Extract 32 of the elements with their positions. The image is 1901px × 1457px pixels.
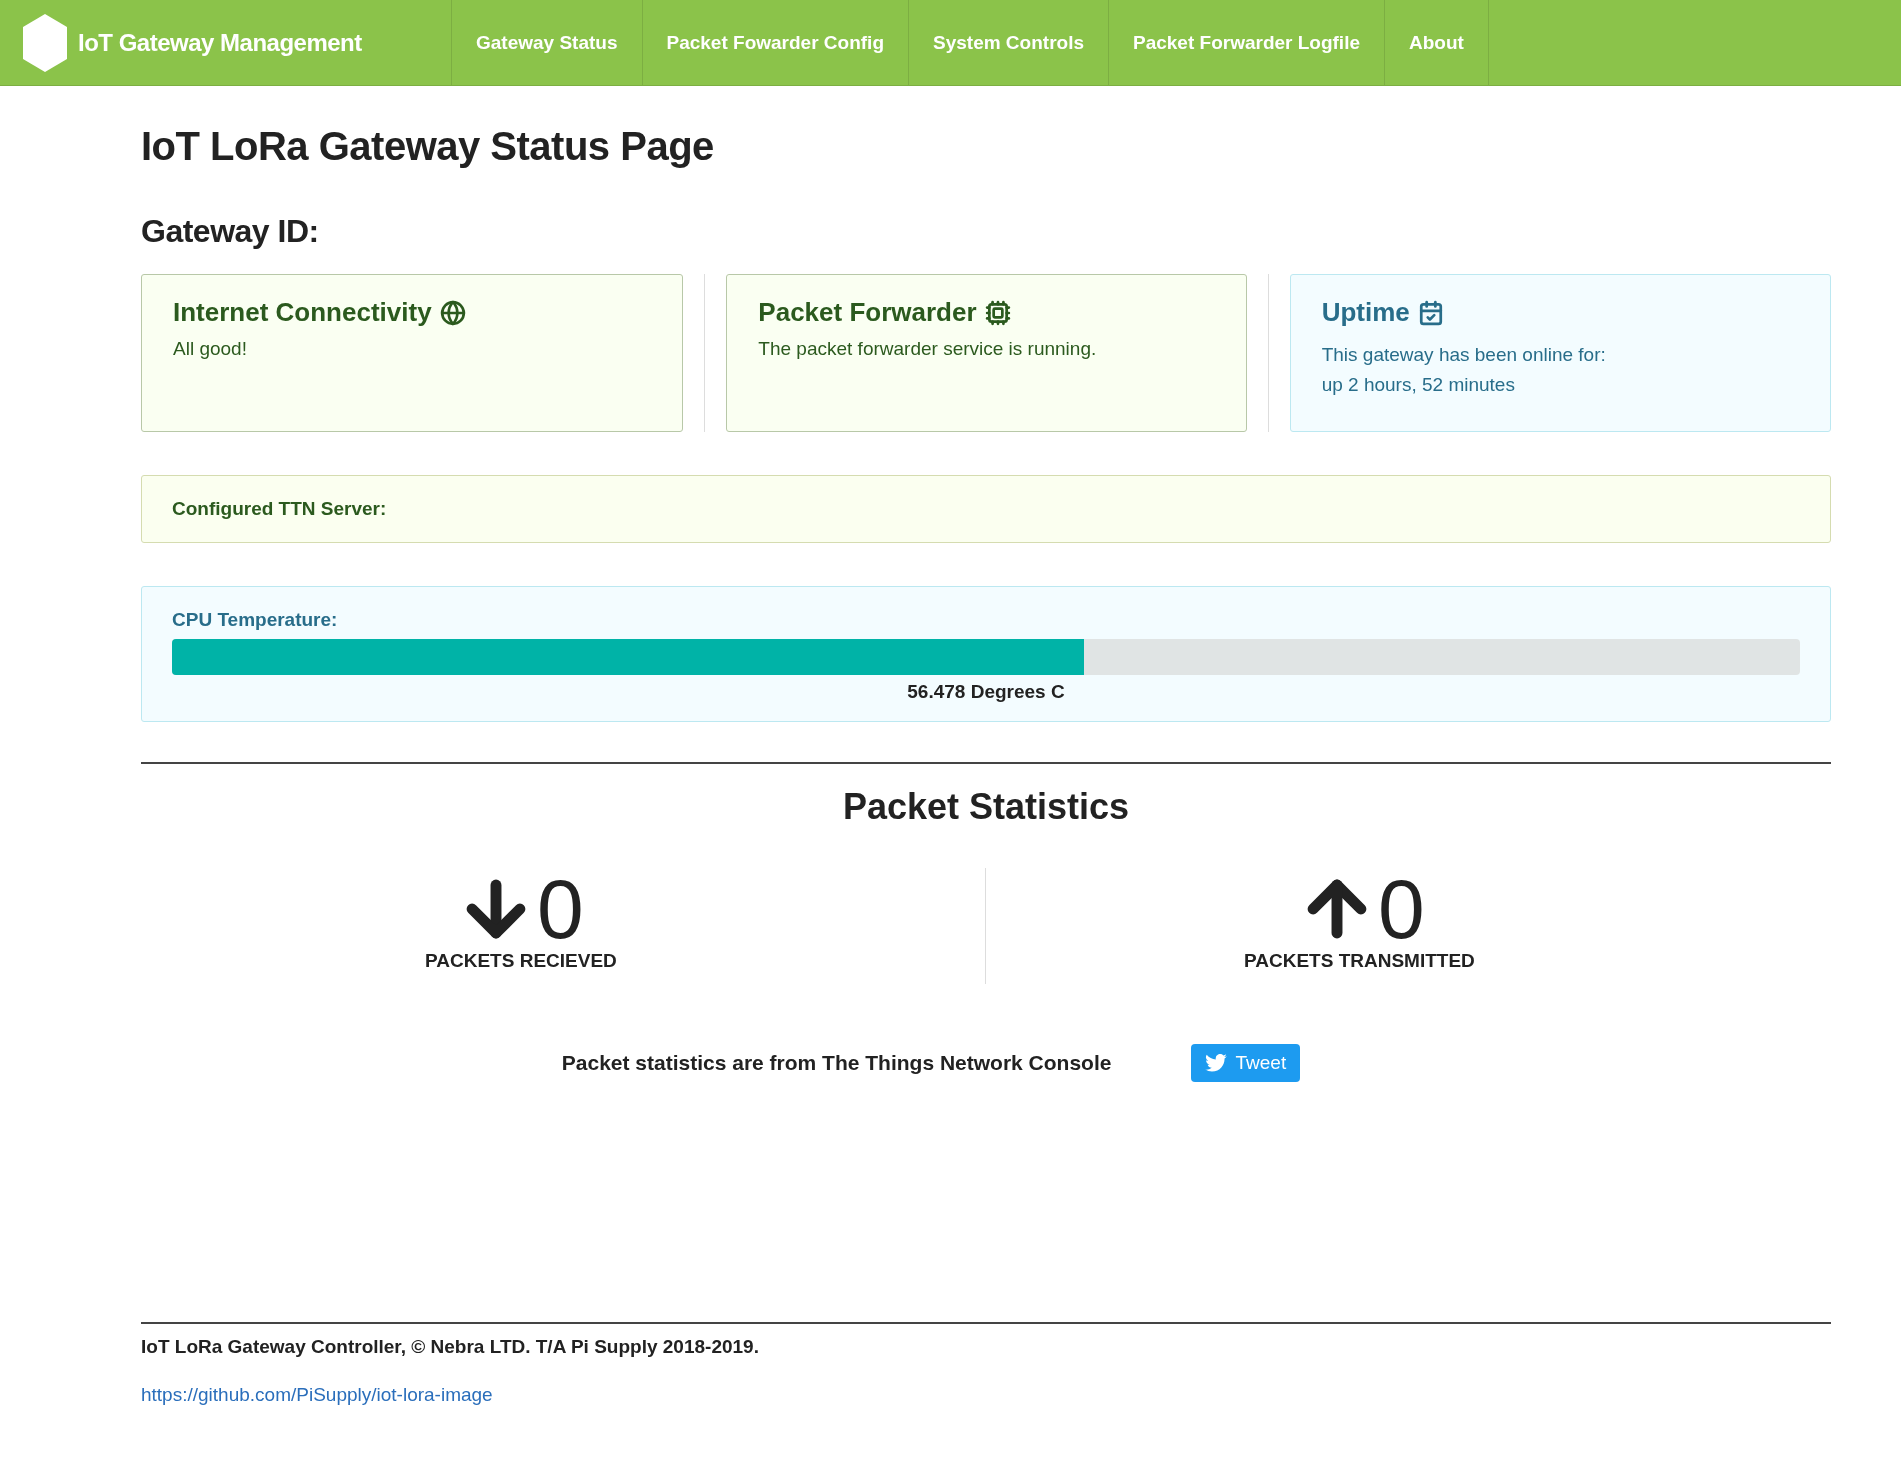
nav-link[interactable]: About (1385, 0, 1489, 85)
cpu-temperature-label: CPU Temperature: (172, 609, 339, 631)
card-text: The packet forwarder service is running. (758, 337, 1098, 361)
bird-icon (1205, 1054, 1228, 1072)
nav-link[interactable]: Packet Fowarder Config (642, 0, 909, 85)
card-title: Uptime (1321, 297, 1410, 328)
section-title: Packet Statistics (841, 786, 1131, 828)
logo-icon (20, 11, 70, 74)
nav-link[interactable]: Gateway Status (452, 0, 643, 85)
globe-icon (439, 299, 466, 326)
tweet-button[interactable]: Tweet (1191, 1044, 1301, 1082)
page-title: IoT LoRa Gateway Status Page (141, 124, 715, 169)
stat-label: PACKETS TRANSMITTED (1244, 950, 1475, 972)
card-text: This gateway has been online for: (1321, 343, 1607, 367)
packet-count: 0 (1378, 869, 1425, 949)
brand-name: IoT Gateway Management (78, 28, 362, 57)
statistics-note: Packet statistics are from The Things Network Console (561, 1051, 1112, 1075)
temperature-reading: 56.478 Degrees C (906, 681, 1066, 703)
packet-count: 0 (537, 869, 584, 949)
card-title: Internet Connectivity (173, 297, 432, 328)
github-link[interactable]: https://github.com/PiSupply/iot-lora-image (141, 1384, 493, 1406)
card-title: Packet Forwarder (758, 297, 977, 328)
chip-icon (984, 299, 1011, 326)
copyright-text: IoT LoRa Gateway Controller, © Nebra LTD. T/A Pi Supply 2018-2019. (141, 1336, 760, 1358)
stat-label: PACKETS RECIEVED (425, 950, 617, 972)
nav-link[interactable]: Packet Forwarder Logfile (1109, 0, 1385, 85)
calendar-icon (1417, 299, 1444, 326)
card-text: All good! (173, 337, 248, 361)
gateway-id-label: Gateway ID: (141, 213, 320, 250)
card-text: up 2 hours, 52 minutes (1321, 373, 1516, 397)
ttn-server-label: Configured TTN Server: (172, 498, 388, 520)
nav-link[interactable]: System Controls (909, 0, 1109, 85)
